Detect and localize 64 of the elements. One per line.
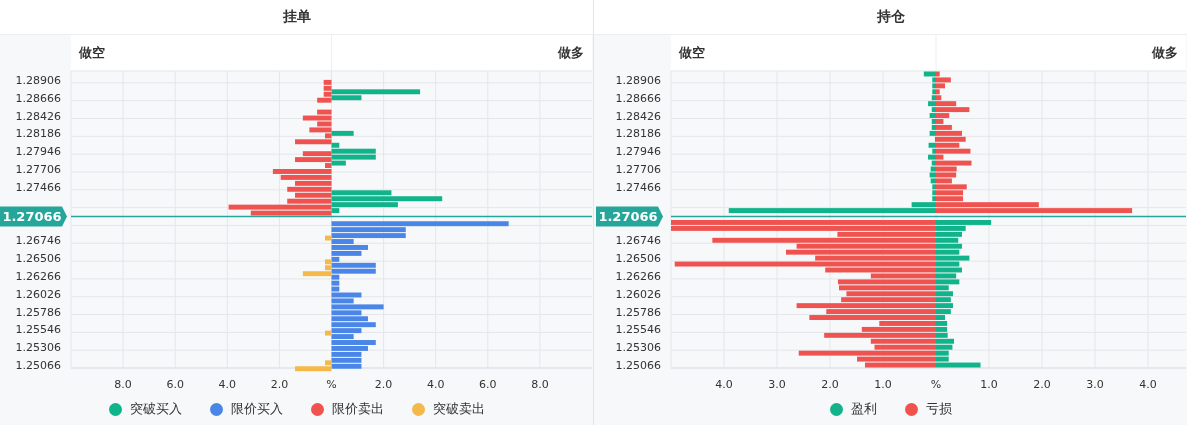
long-side-label: 做多 (558, 45, 584, 60)
axis-label: 1.27706 (615, 163, 661, 176)
axis-label: 1.26266 (615, 269, 661, 283)
axis-label: 4.0 (426, 378, 445, 391)
legend-label: 亏损 (925, 400, 952, 418)
panel-title: 持仓 (876, 8, 905, 26)
axis-label: 1.0 (874, 378, 892, 391)
axis-label: 1.27466 (615, 180, 661, 194)
axis-label: 1.25546 (15, 323, 61, 337)
axis-label: 6.0 (166, 378, 184, 391)
axis-label: 1.28666 (615, 91, 661, 105)
axis-label: 1.28426 (615, 109, 661, 123)
y-tick-label: 1.27066 (2, 209, 62, 225)
axis-label: 1.27706 (15, 163, 61, 176)
axis-label: 1.28666 (15, 91, 61, 105)
axis-label: 1.26026 (15, 287, 61, 301)
short-side-label: 做空 (79, 45, 105, 60)
price-badge: 1.27066 (596, 206, 663, 227)
axis-label: 8.0 (114, 378, 132, 391)
axis-label: 4.0 (1139, 378, 1157, 391)
axis-label: 1.28426 (15, 109, 61, 123)
axis-label: 1.25786 (615, 305, 661, 319)
axis-label: % (326, 378, 337, 391)
axis-label: 1.26506 (15, 252, 61, 266)
axis-label: 2.0 (270, 378, 289, 391)
axis-label: 1.27466 (15, 180, 61, 194)
axis-label: 1.25306 (615, 341, 661, 355)
axis-label: 1.28906 (615, 73, 661, 87)
axis-label: 1.28186 (615, 127, 661, 141)
axis-label: 2.0 (1033, 378, 1051, 391)
axis-label: 1.27946 (615, 145, 661, 159)
legend-label: 盈利 (850, 400, 877, 418)
legend-label: 突破买入 (129, 400, 182, 418)
y-tick-label: 1.27066 (598, 209, 658, 225)
legend-label: 限价买入 (230, 400, 283, 418)
long-side-label: 做多 (1152, 45, 1178, 60)
axis-label: 1.26746 (15, 234, 61, 248)
axis-label: 3.0 (1086, 378, 1104, 391)
axis-label: 8.0 (531, 378, 549, 391)
panel-title: 挂单 (282, 8, 311, 26)
axis-label: 1.28906 (15, 73, 61, 87)
axis-label: 4.0 (715, 378, 733, 391)
axis-label: 3.0 (768, 378, 786, 391)
axis-label: 1.25786 (15, 305, 61, 319)
axis-label: 1.25546 (615, 323, 661, 337)
axis-label: 4.0 (218, 378, 237, 391)
axis-label: 1.26266 (15, 269, 61, 283)
price-badge: 1.27066 (0, 206, 67, 227)
axis-label: 2.0 (821, 378, 839, 391)
axis-label: 2.0 (374, 378, 393, 391)
axis-label: 1.0 (980, 378, 998, 391)
legend-label: 限价卖出 (331, 400, 384, 418)
axis-label: 6.0 (479, 378, 497, 391)
axis-label: 1.26506 (615, 252, 661, 266)
axis-label: 1.26026 (615, 287, 661, 301)
axis-label: 1.26746 (615, 234, 661, 248)
axis-label: 1.25306 (15, 341, 61, 355)
legend-label: 突破卖出 (432, 400, 485, 418)
axis-label: 1.27946 (15, 145, 61, 159)
short-side-label: 做空 (679, 45, 705, 60)
axis-label: 1.25066 (15, 359, 61, 373)
axis-label: 1.28186 (15, 127, 61, 141)
axis-label: % (930, 378, 942, 391)
axis-label: 1.25066 (615, 359, 661, 373)
